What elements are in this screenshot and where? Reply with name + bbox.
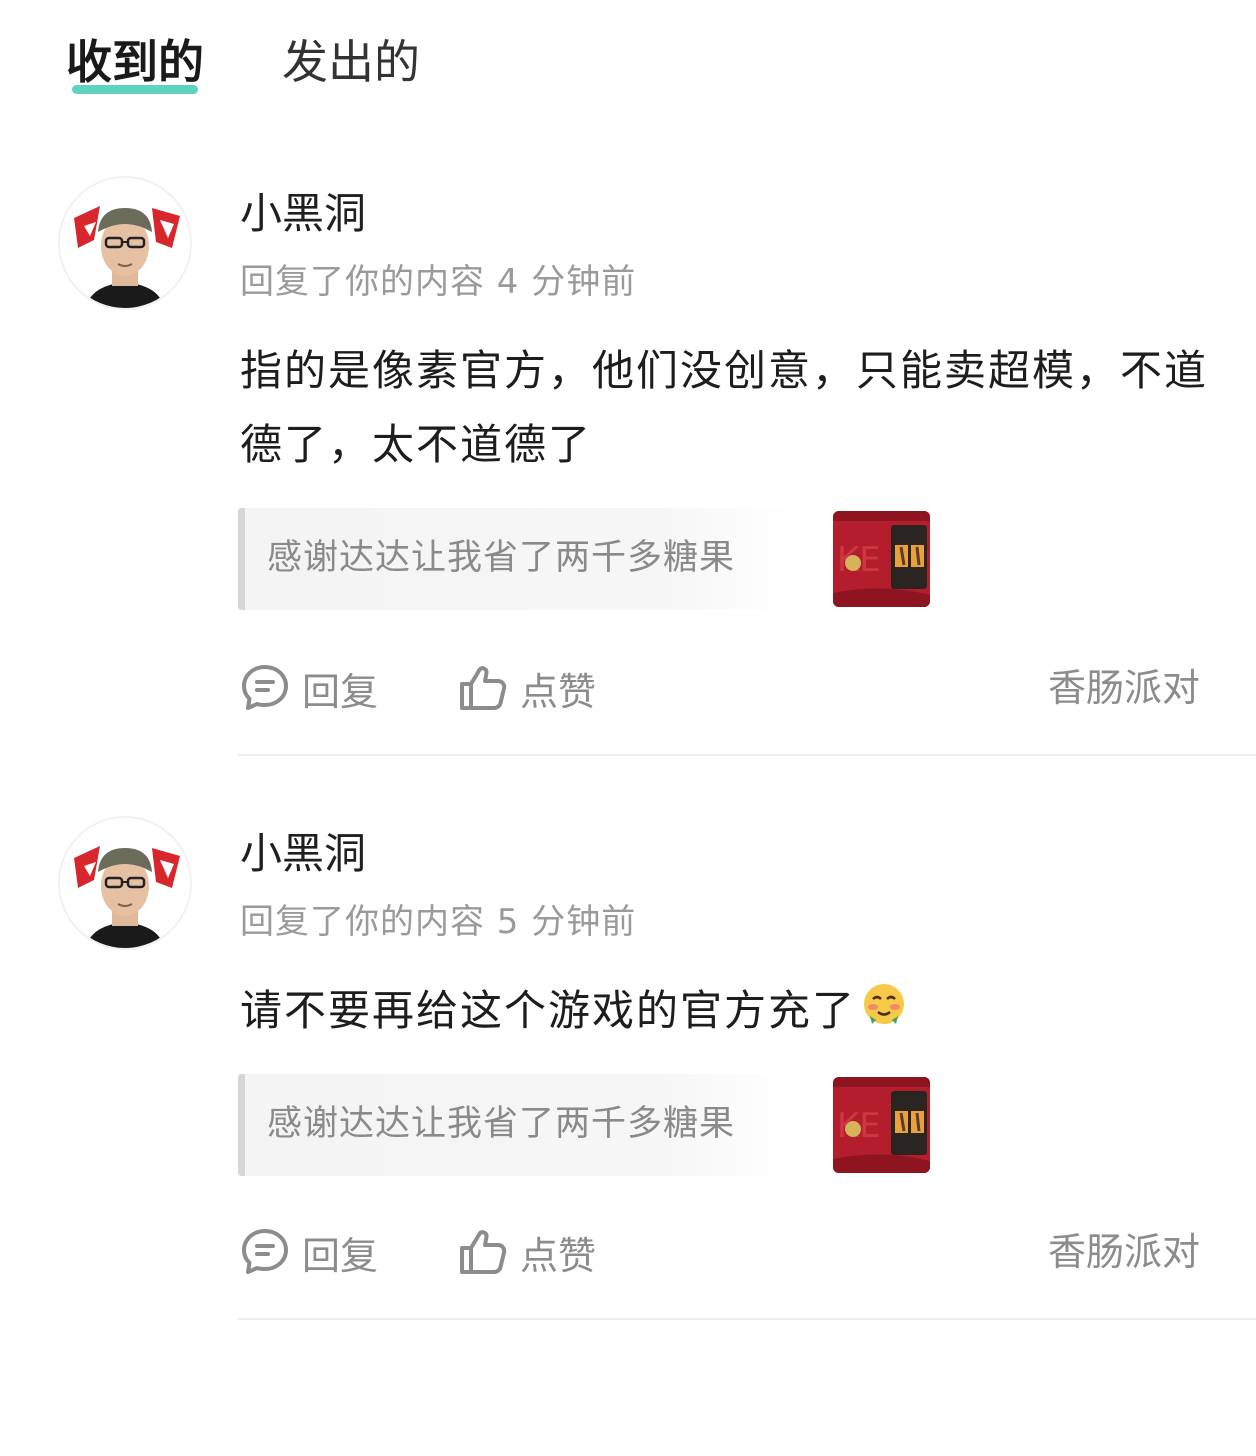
comment-text: 请不要再给这个游戏的官方充了: [240, 986, 857, 1035]
active-tab-indicator: [72, 85, 198, 94]
quoted-post-text: 感谢达达让我省了两千多糖果: [267, 1104, 736, 1144]
quoted-post-text: 感谢达达让我省了两千多糖果: [267, 538, 736, 578]
chat-bubble-icon: [242, 1229, 288, 1274]
quoted-post-thumbnail: KE: [833, 511, 930, 607]
comment-content: 请不要再给这个游戏的官方充了: [240, 974, 1230, 1051]
game-tag[interactable]: 香肠派对: [1048, 662, 1200, 714]
like-button[interactable]: 点赞: [458, 658, 596, 718]
thumbs-up-icon: [460, 1230, 507, 1274]
avatar[interactable]: [58, 176, 192, 310]
tab-bar: 收到的 发出的: [0, 0, 1256, 120]
quoted-post[interactable]: 感谢达达让我省了两千多糖果 KE: [238, 1074, 930, 1176]
tab-sent[interactable]: 发出的: [282, 30, 420, 94]
reply-meta: 回复了你的内容 4 分钟前: [240, 262, 637, 302]
avatar[interactable]: [58, 816, 192, 950]
divider: [238, 1318, 1256, 1320]
like-label: 点赞: [520, 1233, 597, 1278]
divider: [238, 754, 1256, 756]
chat-bubble-icon: [242, 665, 288, 710]
reply-label: 回复: [302, 1233, 379, 1278]
game-tag[interactable]: 香肠派对: [1048, 1226, 1200, 1278]
quoted-post-thumbnail: KE: [833, 1077, 930, 1173]
action-bar: 回复 点赞 香肠派对: [0, 658, 1256, 718]
like-label: 点赞: [520, 669, 597, 714]
blushing-face-emoji-icon: [860, 977, 908, 1051]
reply-button[interactable]: 回复: [240, 658, 378, 718]
user-name[interactable]: 小黑洞: [240, 826, 366, 882]
notification-item: 小黑洞 回复了你的内容 4 分钟前 指的是像素官方，他们没创意，只能卖超模，不道…: [0, 176, 1256, 816]
reply-meta: 回复了你的内容 5 分钟前: [240, 902, 637, 942]
comment-content: 指的是像素官方，他们没创意，只能卖超模，不道德了，太不道德了: [240, 346, 1209, 469]
notification-item: 小黑洞 回复了你的内容 5 分钟前 请不要再给这个游戏的官方充了 感谢达达让我省…: [0, 816, 1256, 1456]
reply-label: 回复: [302, 669, 379, 714]
quoted-post[interactable]: 感谢达达让我省了两千多糖果 KE: [238, 508, 930, 610]
user-name[interactable]: 小黑洞: [240, 186, 366, 242]
reply-button[interactable]: 回复: [240, 1222, 378, 1282]
action-bar: 回复 点赞 香肠派对: [0, 1222, 1256, 1282]
thumbs-up-icon: [460, 666, 507, 710]
like-button[interactable]: 点赞: [458, 1222, 596, 1282]
